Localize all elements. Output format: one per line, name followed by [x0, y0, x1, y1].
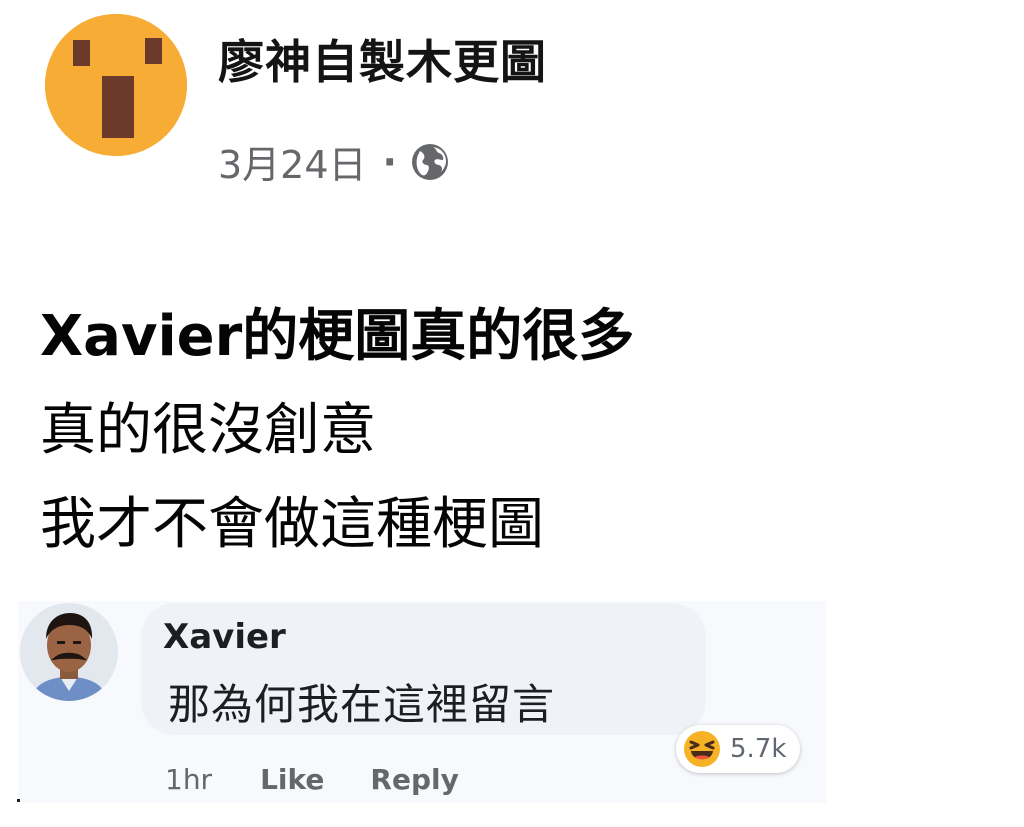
- commenter-name[interactable]: Xavier: [163, 617, 286, 657]
- post-date[interactable]: 3月24日: [218, 134, 367, 189]
- post-text: Xavier的梗圖真的很多 真的很沒創意 我才不會做這種梗圖: [40, 290, 940, 572]
- divider-mark: [17, 799, 20, 802]
- comment-time[interactable]: 1hr: [165, 763, 212, 796]
- user-photo-avatar: [20, 603, 118, 701]
- post-line-2: 真的很沒創意: [40, 398, 376, 463]
- like-button[interactable]: Like: [260, 763, 324, 796]
- post-line-1: Xavier的梗圖真的很多: [40, 304, 635, 369]
- commenter-avatar[interactable]: [20, 603, 118, 701]
- reply-button[interactable]: Reply: [370, 763, 458, 796]
- haha-reaction-icon: [682, 729, 722, 769]
- post-meta: 3月24日 ·: [218, 134, 451, 189]
- comment: Xavier 那為何我在這裡留言 5.7k 1hr Like Reply: [18, 601, 826, 803]
- comment-bubble: Xavier 那為何我在這裡留言: [141, 603, 706, 735]
- globe-icon: [409, 141, 451, 183]
- page-avatar[interactable]: [45, 14, 187, 156]
- reaction-summary[interactable]: 5.7k: [676, 725, 801, 773]
- reaction-count: 5.7k: [730, 734, 787, 764]
- comment-text: 那為何我在這裡留言: [168, 680, 556, 729]
- comment-actions: 1hr Like Reply: [165, 763, 459, 796]
- meta-separator: ·: [382, 139, 397, 184]
- page-name[interactable]: 廖神自製木更圖: [218, 26, 547, 92]
- surprised-face-icon: [45, 14, 187, 156]
- post-line-3: 我才不會做這種梗圖: [40, 492, 544, 557]
